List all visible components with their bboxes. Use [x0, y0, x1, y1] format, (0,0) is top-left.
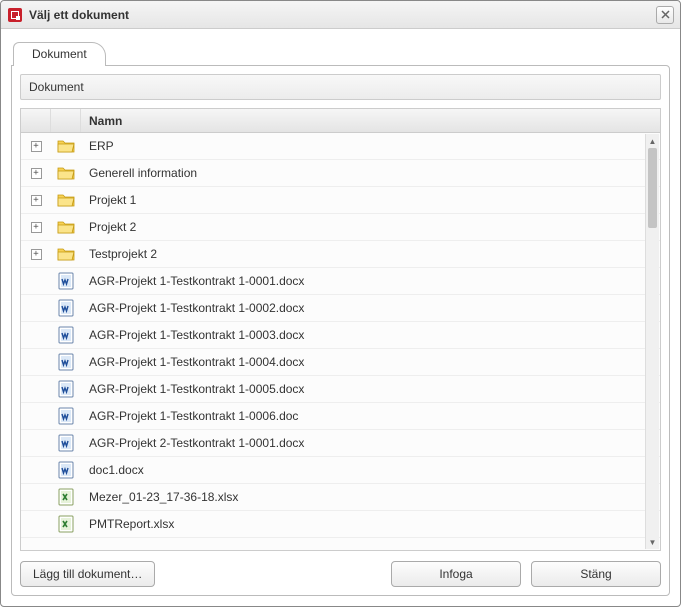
expand-cell [21, 457, 51, 483]
item-name: AGR-Projekt 1-Testkontrakt 1-0005.docx [81, 382, 660, 396]
tree-row[interactable]: + Testprojekt 2 [21, 241, 660, 268]
tree-row[interactable]: AGR-Projekt 1-Testkontrakt 1-0001.docx [21, 268, 660, 295]
dialog-window: Välj ett dokument Dokument Dokument Namn [0, 0, 681, 607]
tree-row[interactable]: + Projekt 1 [21, 187, 660, 214]
folder-icon [51, 160, 81, 186]
expand-cell: + [21, 187, 51, 213]
expand-icon[interactable]: + [31, 195, 42, 206]
tree-body[interactable]: + ERP + Generell information + Projekt 1 + Proj… [21, 133, 660, 550]
docx-icon [51, 268, 81, 294]
tree-row[interactable]: PMTReport.xlsx [21, 511, 660, 538]
expand-cell [21, 295, 51, 321]
item-name: Testprojekt 2 [81, 247, 660, 261]
tree-row[interactable]: doc1.docx [21, 457, 660, 484]
docx-icon [51, 322, 81, 348]
expand-icon[interactable]: + [31, 249, 42, 260]
tab-container: Dokument Dokument Namn + ERP + Generell inf… [11, 41, 670, 596]
tab-dokument[interactable]: Dokument [13, 42, 106, 66]
expand-cell [21, 349, 51, 375]
scrollbar[interactable]: ▲ ▼ [645, 134, 659, 549]
folder-icon [51, 241, 81, 267]
item-name: AGR-Projekt 1-Testkontrakt 1-0002.docx [81, 301, 660, 315]
close-button[interactable]: Stäng [531, 561, 661, 587]
column-expand [21, 109, 51, 132]
expand-cell [21, 511, 51, 537]
expand-cell [21, 268, 51, 294]
expand-cell [21, 376, 51, 402]
column-icon [51, 109, 81, 132]
expand-cell [21, 430, 51, 456]
item-name: Projekt 1 [81, 193, 660, 207]
tree-row[interactable]: AGR-Projekt 1-Testkontrakt 1-0003.docx [21, 322, 660, 349]
tree-row[interactable]: AGR-Projekt 2-Testkontrakt 1-0001.docx [21, 430, 660, 457]
item-name: Generell information [81, 166, 660, 180]
panel-header: Dokument [20, 74, 661, 100]
item-name: AGR-Projekt 2-Testkontrakt 1-0001.docx [81, 436, 660, 450]
expand-cell [21, 484, 51, 510]
tree-row[interactable]: + ERP [21, 133, 660, 160]
docx-icon [51, 295, 81, 321]
expand-cell [21, 403, 51, 429]
tab-panel: Dokument Namn +ERP+Generell information+… [11, 65, 670, 596]
tree-grid: Namn + ERP + Generell information + Projekt 1… [20, 108, 661, 551]
item-name: Mezer_01-23_17-36-18.xlsx [81, 490, 660, 504]
item-name: AGR-Projekt 1-Testkontrakt 1-0006.doc [81, 409, 660, 423]
button-bar: Lägg till dokument… Infoga Stäng [20, 561, 661, 587]
xlsx-icon [51, 511, 81, 537]
tree-row[interactable]: Mezer_01-23_17-36-18.xlsx [21, 484, 660, 511]
item-name: doc1.docx [81, 463, 660, 477]
item-name: AGR-Projekt 1-Testkontrakt 1-0003.docx [81, 328, 660, 342]
column-name[interactable]: Namn [81, 109, 660, 132]
expand-icon[interactable]: + [31, 222, 42, 233]
tree-row[interactable]: + Projekt 2 [21, 214, 660, 241]
xlsx-icon [51, 484, 81, 510]
item-name: PMTReport.xlsx [81, 517, 660, 531]
expand-icon[interactable]: + [31, 168, 42, 179]
tree-row[interactable]: AGR-Projekt 1-Testkontrakt 1-0005.docx [21, 376, 660, 403]
add-document-button[interactable]: Lägg till dokument… [20, 561, 155, 587]
doc-icon [51, 403, 81, 429]
folder-icon [51, 187, 81, 213]
expand-cell: + [21, 133, 51, 159]
tree-row[interactable]: + Generell information [21, 160, 660, 187]
folder-icon [51, 214, 81, 240]
dialog-body: Dokument Dokument Namn + ERP + Generell inf… [1, 29, 680, 606]
app-icon [7, 7, 23, 23]
docx-icon [51, 430, 81, 456]
tree-row[interactable]: AGR-Projekt 1-Testkontrakt 1-0004.docx [21, 349, 660, 376]
docx-icon [51, 376, 81, 402]
tree-row[interactable]: AGR-Projekt 1-Testkontrakt 1-0006.doc [21, 403, 660, 430]
expand-cell: + [21, 214, 51, 240]
tree-row[interactable]: AGR-Projekt 1-Testkontrakt 1-0002.docx [21, 295, 660, 322]
tree-header: Namn [21, 109, 660, 133]
expand-cell: + [21, 160, 51, 186]
item-name: AGR-Projekt 1-Testkontrakt 1-0004.docx [81, 355, 660, 369]
item-name: ERP [81, 139, 660, 153]
tab-strip: Dokument [11, 41, 670, 65]
scroll-thumb[interactable] [648, 148, 657, 228]
docx-icon [51, 349, 81, 375]
dialog-title: Välj ett dokument [29, 8, 656, 22]
expand-cell: + [21, 241, 51, 267]
expand-icon[interactable]: + [31, 141, 42, 152]
item-name: AGR-Projekt 1-Testkontrakt 1-0001.docx [81, 274, 660, 288]
folder-icon [51, 133, 81, 159]
insert-button[interactable]: Infoga [391, 561, 521, 587]
titlebar: Välj ett dokument [1, 1, 680, 29]
item-name: Projekt 2 [81, 220, 660, 234]
close-icon[interactable] [656, 6, 674, 24]
scroll-up-icon[interactable]: ▲ [646, 134, 659, 148]
docx-icon [51, 457, 81, 483]
expand-cell [21, 322, 51, 348]
scroll-down-icon[interactable]: ▼ [646, 535, 659, 549]
